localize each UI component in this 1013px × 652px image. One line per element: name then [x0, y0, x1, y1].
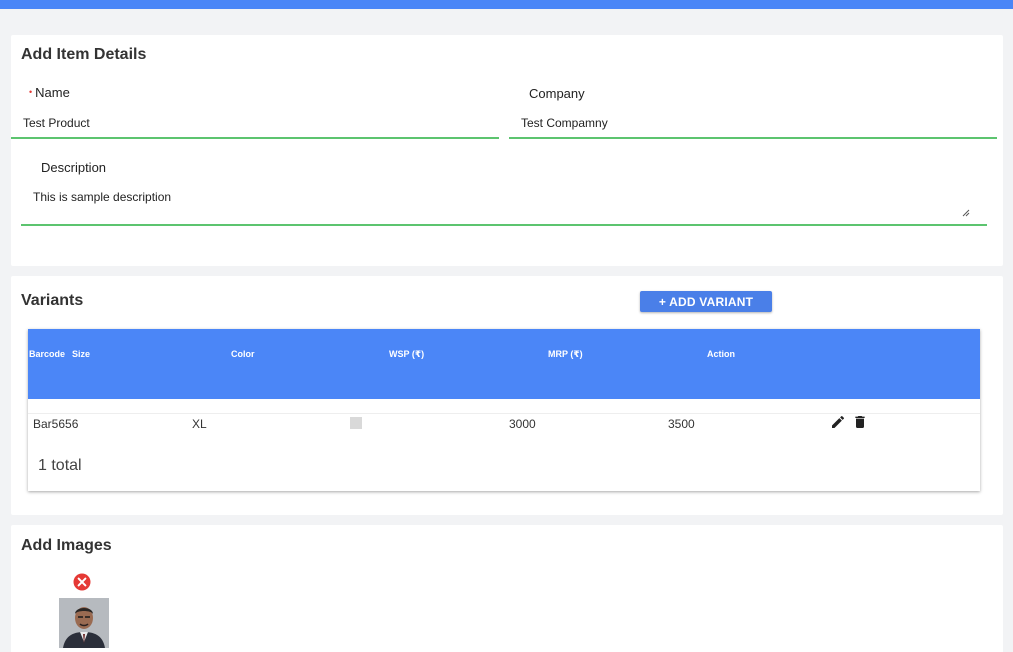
column-header-action: Action: [707, 349, 735, 359]
item-details-card: Add Item Details • Name Test Product Comp…: [11, 35, 1003, 266]
top-app-bar: [0, 0, 1013, 9]
images-card: Add Images: [11, 525, 1003, 652]
color-swatch: [350, 417, 362, 429]
variants-card: Variants + ADD VARIANT Barcode Size Colo…: [11, 276, 1003, 515]
company-field[interactable]: Test Compamny: [521, 116, 997, 134]
cell-mrp: 3500: [668, 417, 695, 431]
variants-table: Barcode Size Color WSP (₹) MRP (₹) Actio…: [28, 329, 980, 491]
edit-icon[interactable]: [830, 414, 846, 430]
person-photo-icon: [59, 598, 109, 648]
resize-handle-icon[interactable]: [962, 209, 970, 217]
add-variant-button[interactable]: + ADD VARIANT: [640, 291, 772, 312]
column-header-barcode[interactable]: Barcode: [29, 349, 65, 359]
variants-title: Variants: [21, 292, 84, 309]
column-header-color[interactable]: Color: [231, 349, 255, 359]
uploaded-image-thumbnail[interactable]: [59, 598, 109, 648]
name-field-underline: [11, 137, 499, 139]
name-label: • Name: [29, 85, 70, 100]
total-count: 1 total: [38, 457, 82, 474]
item-details-title: Add Item Details: [21, 46, 147, 63]
company-label: Company: [529, 86, 585, 101]
description-label: Description: [41, 160, 107, 175]
cell-wsp: 3000: [509, 417, 536, 431]
column-header-mrp[interactable]: MRP (₹): [548, 349, 583, 360]
cell-barcode: Bar5656: [33, 417, 79, 431]
description-field-underline: [21, 224, 987, 226]
table-header: Barcode Size Color WSP (₹) MRP (₹) Actio…: [28, 329, 980, 399]
remove-image-icon[interactable]: [73, 573, 91, 591]
column-header-size[interactable]: Size: [72, 349, 90, 359]
required-marker: •: [29, 87, 33, 97]
delete-icon[interactable]: [852, 414, 868, 430]
images-title: Add Images: [21, 537, 112, 554]
column-header-wsp[interactable]: WSP (₹): [389, 349, 424, 360]
cell-size: XL: [192, 417, 207, 431]
name-field[interactable]: Test Product: [23, 116, 499, 134]
description-field[interactable]: This is sample description: [33, 190, 973, 220]
company-field-underline: [509, 137, 997, 139]
